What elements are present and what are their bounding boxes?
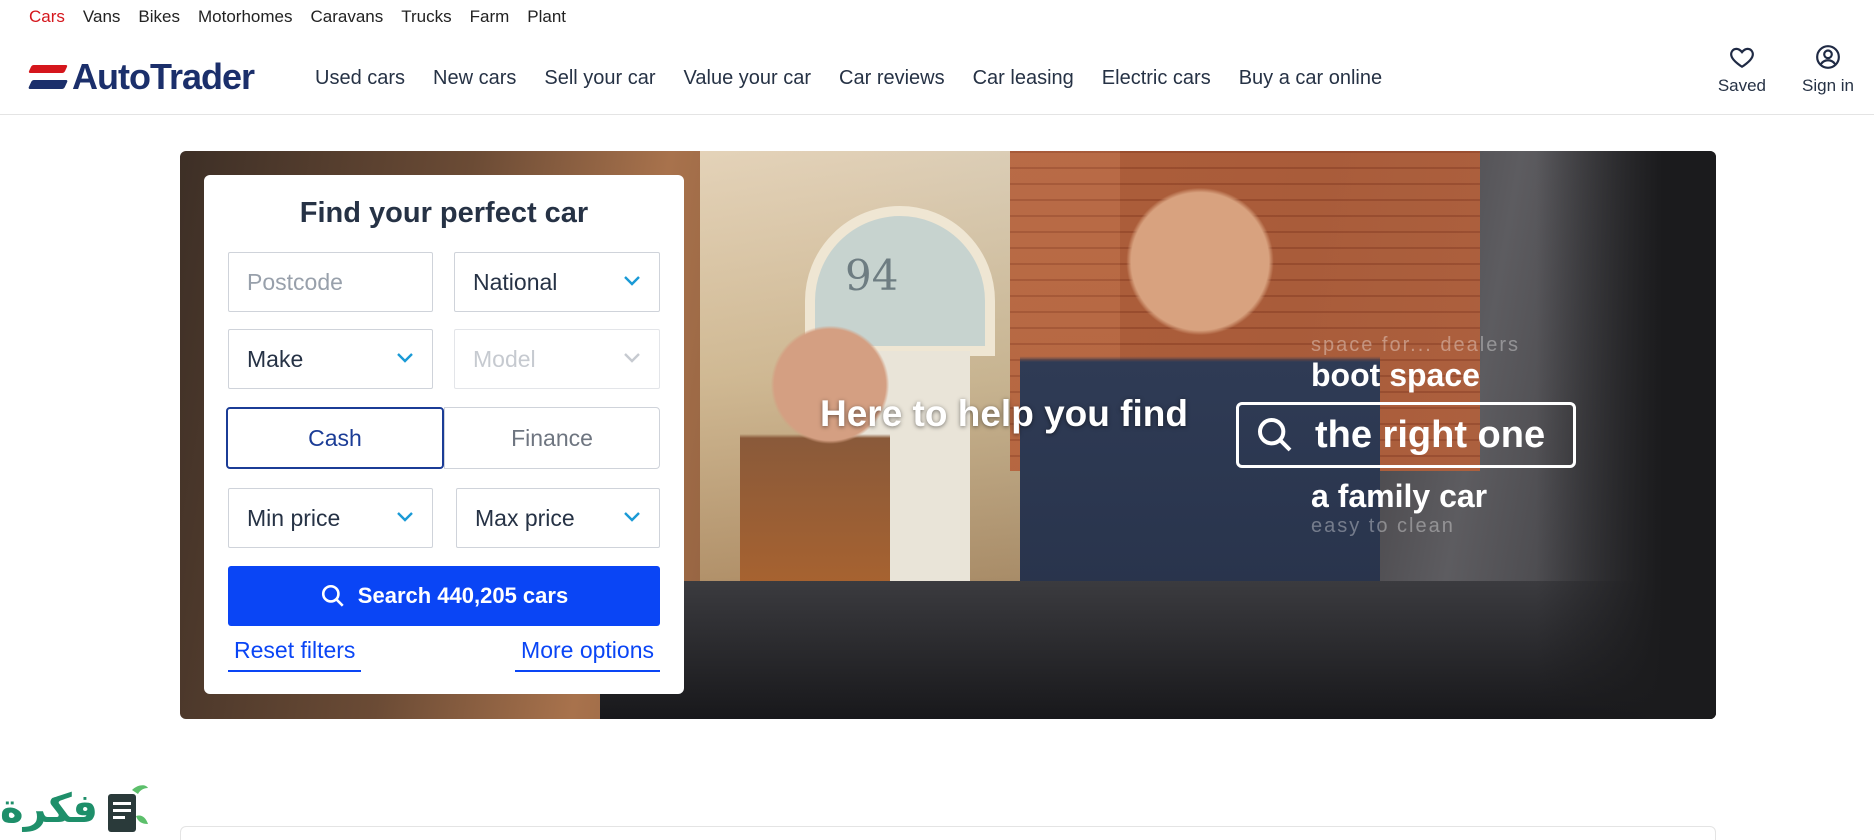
- rotator-above: boot space: [1311, 357, 1480, 393]
- user-nav: Saved Sign in: [1718, 44, 1854, 96]
- payment-cash-tab[interactable]: Cash: [226, 407, 444, 469]
- vertical-motorhomes[interactable]: Motorhomes: [198, 7, 292, 27]
- make-select[interactable]: Make: [228, 329, 433, 389]
- rotator-faint-top: space for... dealers: [1311, 334, 1520, 356]
- vertical-plant[interactable]: Plant: [527, 7, 566, 27]
- min-price-select[interactable]: Min price: [228, 488, 433, 548]
- saved-label: Saved: [1717, 76, 1767, 95]
- site-header: AutoTrader Used cars New cars Sell your …: [0, 34, 1874, 115]
- document-leaf-icon: [107, 785, 148, 832]
- nav-car-leasing[interactable]: Car leasing: [973, 67, 1074, 90]
- model-select[interactable]: Model: [454, 329, 660, 389]
- main-nav: Used cars New cars Sell your car Value y…: [315, 67, 1382, 90]
- nav-car-reviews[interactable]: Car reviews: [839, 67, 945, 90]
- autotrader-logo[interactable]: AutoTrader: [27, 56, 255, 98]
- model-value: Model: [473, 345, 536, 372]
- search-icon: [1258, 418, 1292, 452]
- chevron-down-icon: [397, 353, 413, 363]
- payment-finance-tab[interactable]: Finance: [444, 407, 660, 469]
- nav-used-cars[interactable]: Used cars: [315, 67, 405, 90]
- nav-sell-your-car[interactable]: Sell your car: [544, 67, 655, 90]
- hero-tagline: Here to help you find: [820, 393, 1188, 434]
- vertical-cars[interactable]: Cars: [29, 7, 65, 27]
- car-search-panel: Find your perfect car Postcode National …: [204, 175, 684, 694]
- rotator-current-box: the right one: [1236, 402, 1576, 468]
- min-price-value: Min price: [247, 504, 341, 531]
- chevron-down-icon: [624, 353, 640, 363]
- nav-value-your-car[interactable]: Value your car: [684, 67, 811, 90]
- signin-label: Sign in: [1802, 76, 1854, 95]
- rotator-below: a family car: [1311, 478, 1488, 514]
- max-price-value: Max price: [475, 504, 575, 531]
- saved-button[interactable]: Saved: [1718, 44, 1766, 96]
- vertical-trucks[interactable]: Trucks: [401, 7, 451, 27]
- vertical-farm[interactable]: Farm: [470, 7, 510, 27]
- vertical-vans[interactable]: Vans: [83, 7, 121, 27]
- search-cars-button[interactable]: Search 440,205 cars: [228, 566, 660, 626]
- search-icon: [321, 584, 344, 607]
- postcode-input[interactable]: Postcode: [228, 252, 433, 312]
- user-icon: [1816, 45, 1840, 69]
- distance-value: National: [473, 268, 558, 295]
- vertical-caravans[interactable]: Caravans: [310, 7, 383, 27]
- chevron-down-icon: [397, 512, 413, 522]
- watermark-text: فكرة: [0, 786, 98, 832]
- heart-icon: [1730, 47, 1754, 69]
- search-button-label: Search 440,205 cars: [357, 583, 569, 608]
- nav-electric-cars[interactable]: Electric cars: [1102, 67, 1211, 90]
- logo-text: AutoTrader: [72, 56, 255, 97]
- hero-house-number: 94: [845, 251, 899, 300]
- vertical-bikes[interactable]: Bikes: [138, 7, 180, 27]
- rotator-faint-bottom: easy to clean: [1311, 515, 1455, 537]
- distance-select[interactable]: National: [454, 252, 660, 312]
- hero-rotator: space for... dealers boot space the righ…: [1236, 334, 1576, 538]
- content-card-top-edge: [180, 826, 1716, 840]
- chevron-down-icon: [624, 512, 640, 522]
- make-value: Make: [247, 345, 304, 372]
- signin-button[interactable]: Sign in: [1802, 44, 1854, 96]
- logo-stripes-icon: [27, 63, 69, 91]
- max-price-select[interactable]: Max price: [456, 488, 660, 548]
- nav-new-cars[interactable]: New cars: [433, 67, 516, 90]
- vertical-switcher: Cars Vans Bikes Motorhomes Caravans Truc…: [29, 0, 566, 34]
- search-panel-title: Find your perfect car: [299, 197, 589, 229]
- rotator-current: the right one: [1315, 413, 1546, 456]
- chevron-down-icon: [624, 276, 640, 286]
- more-options-link[interactable]: More options: [515, 637, 660, 672]
- reset-filters-link[interactable]: Reset filters: [228, 637, 362, 672]
- fikra-watermark: فكرة: [0, 778, 160, 840]
- nav-buy-a-car-online[interactable]: Buy a car online: [1239, 67, 1382, 90]
